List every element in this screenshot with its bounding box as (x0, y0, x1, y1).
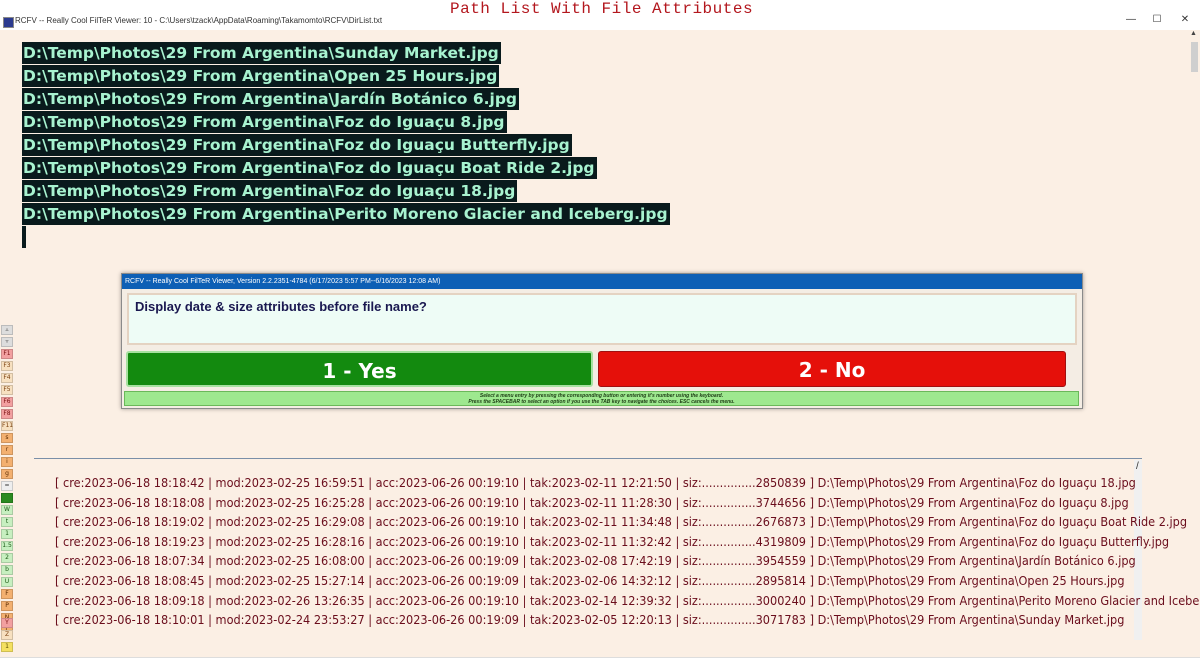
yes-button[interactable]: 1 - Yes (126, 351, 593, 387)
attribute-row[interactable]: [ cre:2023-06-18 18:10:01 | mod:2023-02-… (55, 611, 1200, 631)
text-cursor (22, 226, 26, 248)
rail-button[interactable]: F5 (1, 385, 13, 395)
rail-button[interactable]: F3 (1, 361, 13, 371)
rail-button[interactable]: r (1, 445, 13, 455)
rail-button[interactable]: i (1, 457, 13, 467)
title-bar: RCFV -- Really Cool FilTeR Viewer: 10 - … (0, 0, 1200, 30)
confirm-dialog: RCFV -- Really Cool FilTeR Viewer, Versi… (121, 273, 1083, 409)
dialog-footer: Select a menu entry by pressing the corr… (124, 391, 1079, 406)
attribute-list: [ cre:2023-06-18 18:18:42 | mod:2023-02-… (55, 474, 1200, 631)
path-line[interactable]: D:\Temp\Photos\29 From Argentina\Jardín … (22, 88, 520, 110)
panel-cursor-icon: / (1136, 461, 1139, 472)
dialog-hint-line: Press the SPACEBAR to select an option i… (468, 399, 735, 405)
side-rail-bottom: YZ 1 (0, 618, 13, 654)
attribute-row[interactable]: [ cre:2023-06-18 18:07:34 | mod:2023-02-… (55, 552, 1200, 572)
rail-button[interactable]: F4 (1, 373, 13, 383)
path-line[interactable]: D:\Temp\Photos\29 From Argentina\Perito … (22, 203, 670, 225)
attribute-row[interactable]: [ cre:2023-06-18 18:18:08 | mod:2023-02-… (55, 494, 1200, 514)
maximize-icon[interactable]: ☐ (1150, 14, 1164, 25)
rail-button[interactable]: W (1, 505, 13, 515)
rail-button[interactable]: F1 (1, 349, 13, 359)
rail-button[interactable]: 1.5 (1, 541, 13, 551)
rail-button[interactable]: 1 (1, 529, 13, 539)
minimize-icon[interactable]: — (1124, 14, 1138, 25)
path-line[interactable]: D:\Temp\Photos\29 From Argentina\Open 25… (22, 65, 500, 87)
rail-button[interactable]: F (1, 589, 13, 599)
page-title: Path List With File Attributes (450, 0, 754, 18)
rail-button[interactable]: Y (1, 618, 13, 628)
path-line[interactable]: D:\Temp\Photos\29 From Argentina\Foz do … (22, 180, 518, 202)
no-button[interactable]: 2 - No (598, 351, 1066, 387)
vertical-scrollbar[interactable]: ▲ (1190, 30, 1200, 460)
rail-button[interactable]: P (1, 601, 13, 611)
rail-button[interactable]: b (1, 565, 13, 575)
rail-button[interactable]: F11 (1, 421, 13, 431)
scroll-up-icon[interactable]: ▲ (1190, 30, 1197, 37)
window-title: RCFV -- Really Cool FilTeR Viewer: 10 - … (15, 16, 383, 25)
rail-button[interactable]: t (1, 517, 13, 527)
path-line[interactable]: D:\Temp\Photos\29 From Argentina\Foz do … (22, 157, 597, 179)
path-line[interactable]: D:\Temp\Photos\29 From Argentina\Sunday … (22, 42, 501, 64)
attribute-row[interactable]: [ cre:2023-06-18 18:18:42 | mod:2023-02-… (55, 474, 1200, 494)
rail-button[interactable]: U (1, 577, 13, 587)
dialog-question: Display date & size attributes before fi… (135, 299, 427, 314)
horizontal-scrollbar[interactable] (0, 657, 1200, 669)
dialog-body: Display date & size attributes before fi… (127, 293, 1077, 345)
rail-button[interactable]: 2 (1, 553, 13, 563)
dialog-title: RCFV -- Really Cool FilTeR Viewer, Versi… (122, 274, 1082, 289)
side-rail: ▵▿F1F3F4F5F6F8F11srig=Wt11.52bUFPNL (0, 325, 13, 637)
panel-divider (34, 458, 1142, 459)
close-icon[interactable]: ✕ (1178, 14, 1192, 25)
path-line[interactable]: D:\Temp\Photos\29 From Argentina\Foz do … (22, 111, 507, 133)
attribute-row[interactable]: [ cre:2023-06-18 18:19:02 | mod:2023-02-… (55, 513, 1200, 533)
rail-button[interactable]: 1 (1, 642, 13, 652)
rail-button[interactable] (1, 493, 13, 503)
rail-button[interactable]: ▿ (1, 337, 13, 347)
app-icon (3, 17, 14, 28)
path-line[interactable]: D:\Temp\Photos\29 From Argentina\Foz do … (22, 134, 572, 156)
path-list: D:\Temp\Photos\29 From Argentina\Sunday … (22, 42, 670, 226)
rail-button[interactable]: ▵ (1, 325, 13, 335)
rail-button[interactable]: Z (1, 630, 13, 640)
attribute-row[interactable]: [ cre:2023-06-18 18:19:23 | mod:2023-02-… (55, 533, 1200, 553)
attribute-row[interactable]: [ cre:2023-06-18 18:08:45 | mod:2023-02-… (55, 572, 1200, 592)
rail-button[interactable]: F6 (1, 397, 13, 407)
scroll-thumb[interactable] (1191, 42, 1198, 72)
rail-button[interactable]: g (1, 469, 13, 479)
rail-button[interactable]: F8 (1, 409, 13, 419)
rail-button[interactable]: s (1, 433, 13, 443)
rail-button[interactable]: = (1, 481, 13, 491)
attribute-row[interactable]: [ cre:2023-06-18 18:09:18 | mod:2023-02-… (55, 592, 1200, 612)
